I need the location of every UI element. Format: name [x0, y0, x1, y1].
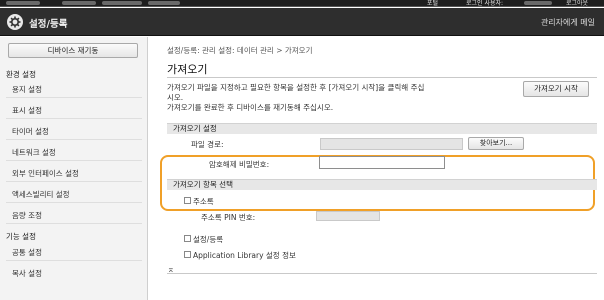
browse-button[interactable]: 찾아보기...	[468, 137, 524, 150]
sidebar-item-volume[interactable]: 음량 조정	[12, 210, 142, 221]
blurred-device-name	[6, 1, 40, 5]
divider	[167, 273, 597, 274]
file-path-field	[320, 138, 463, 150]
description-line: 시오.	[167, 93, 184, 102]
settings-home-icon[interactable]	[7, 14, 23, 30]
divider	[6, 97, 142, 98]
page-header: 설정/등록 관리자에게 메일	[0, 8, 604, 36]
import-items-header: 가져오기 항목 선택	[167, 179, 597, 190]
sidebar-item-common[interactable]: 공통 설정	[12, 247, 142, 258]
import-settings-header: 가져오기 설정	[167, 123, 597, 134]
address-book-checkbox[interactable]	[184, 197, 191, 204]
import-start-button[interactable]: 가져오기 시작	[523, 81, 589, 97]
app-library-label: Application Library 설정 정보	[193, 251, 296, 260]
divider	[6, 181, 142, 182]
gear-icon	[9, 16, 21, 28]
page-description: 가져오기 파일을 지정하고 필요한 항목을 설정한 후 [가져오기 시작]을 클…	[167, 83, 467, 113]
divider	[6, 139, 142, 140]
mail-admin-link[interactable]: 관리자에게 메일	[541, 17, 595, 28]
divider	[6, 118, 142, 119]
sidebar-item-timer[interactable]: 타이머 설정	[12, 126, 142, 137]
divider	[6, 160, 142, 161]
sidebar-section-env: 환경 설정	[6, 70, 36, 79]
blurred-host	[62, 1, 96, 5]
divider	[167, 77, 597, 78]
password-label: 암호해제 비밀번호:	[209, 160, 270, 169]
sidebar-item-external-interface[interactable]: 외부 인터페이스 설정	[12, 168, 142, 179]
portal-link[interactable]: 포털	[427, 0, 438, 7]
blurred-host	[102, 1, 142, 5]
sidebar-item-copy[interactable]: 복사 설정	[12, 268, 142, 279]
settings-registration-checkbox[interactable]	[184, 235, 191, 242]
file-path-label: 파일 경로:	[191, 140, 224, 149]
sidebar: 디바이스 재기동 환경 설정 용지 설정 표시 설정 타이머 설정 네트워크 설…	[0, 37, 148, 300]
sidebar-item-accessibility[interactable]: 액세스빌리티 설정	[12, 189, 142, 200]
page-title: 가져오기	[167, 63, 208, 76]
address-pin-label: 주소록 PIN 번호:	[201, 213, 256, 222]
breadcrumb: 설정/등록: 관리 설정: 데이터 관리 > 가져오기	[167, 46, 313, 55]
description-line: 가져오기를 완료한 후 디바이스를 재기동해 주십시오.	[167, 103, 334, 112]
address-book-label: 주소록	[193, 197, 214, 206]
password-input[interactable]	[319, 156, 445, 169]
divider	[6, 260, 142, 261]
divider	[6, 223, 142, 224]
blurred-host	[148, 1, 180, 5]
header-title: 설정/등록	[29, 19, 68, 30]
divider	[6, 202, 142, 203]
sidebar-item-display[interactable]: 표시 설정	[12, 105, 142, 116]
login-user-label: 로그인 사용자:	[466, 0, 504, 7]
sidebar-section-function: 기능 설정	[6, 232, 36, 241]
address-pin-field	[316, 211, 380, 221]
settings-registration-label: 설정/등록	[193, 235, 224, 244]
main-content: 설정/등록: 관리 설정: 데이터 관리 > 가져오기 가져오기 가져오기 파일…	[149, 37, 604, 300]
blurred-username	[524, 1, 552, 5]
top-utility-bar: 포털 로그인 사용자: 로그아웃	[0, 0, 604, 7]
sidebar-item-network[interactable]: 네트워크 설정	[12, 147, 142, 158]
app-library-checkbox[interactable]	[184, 251, 191, 258]
sidebar-item-paper[interactable]: 용지 설정	[12, 84, 142, 95]
logout-link[interactable]: 로그아웃	[566, 0, 588, 7]
device-reboot-button[interactable]: 디바이스 재기동	[8, 43, 138, 58]
description-line: 가져오기 파일을 지정하고 필요한 항목을 설정한 후 [가져오기 시작]을 클…	[167, 83, 425, 92]
